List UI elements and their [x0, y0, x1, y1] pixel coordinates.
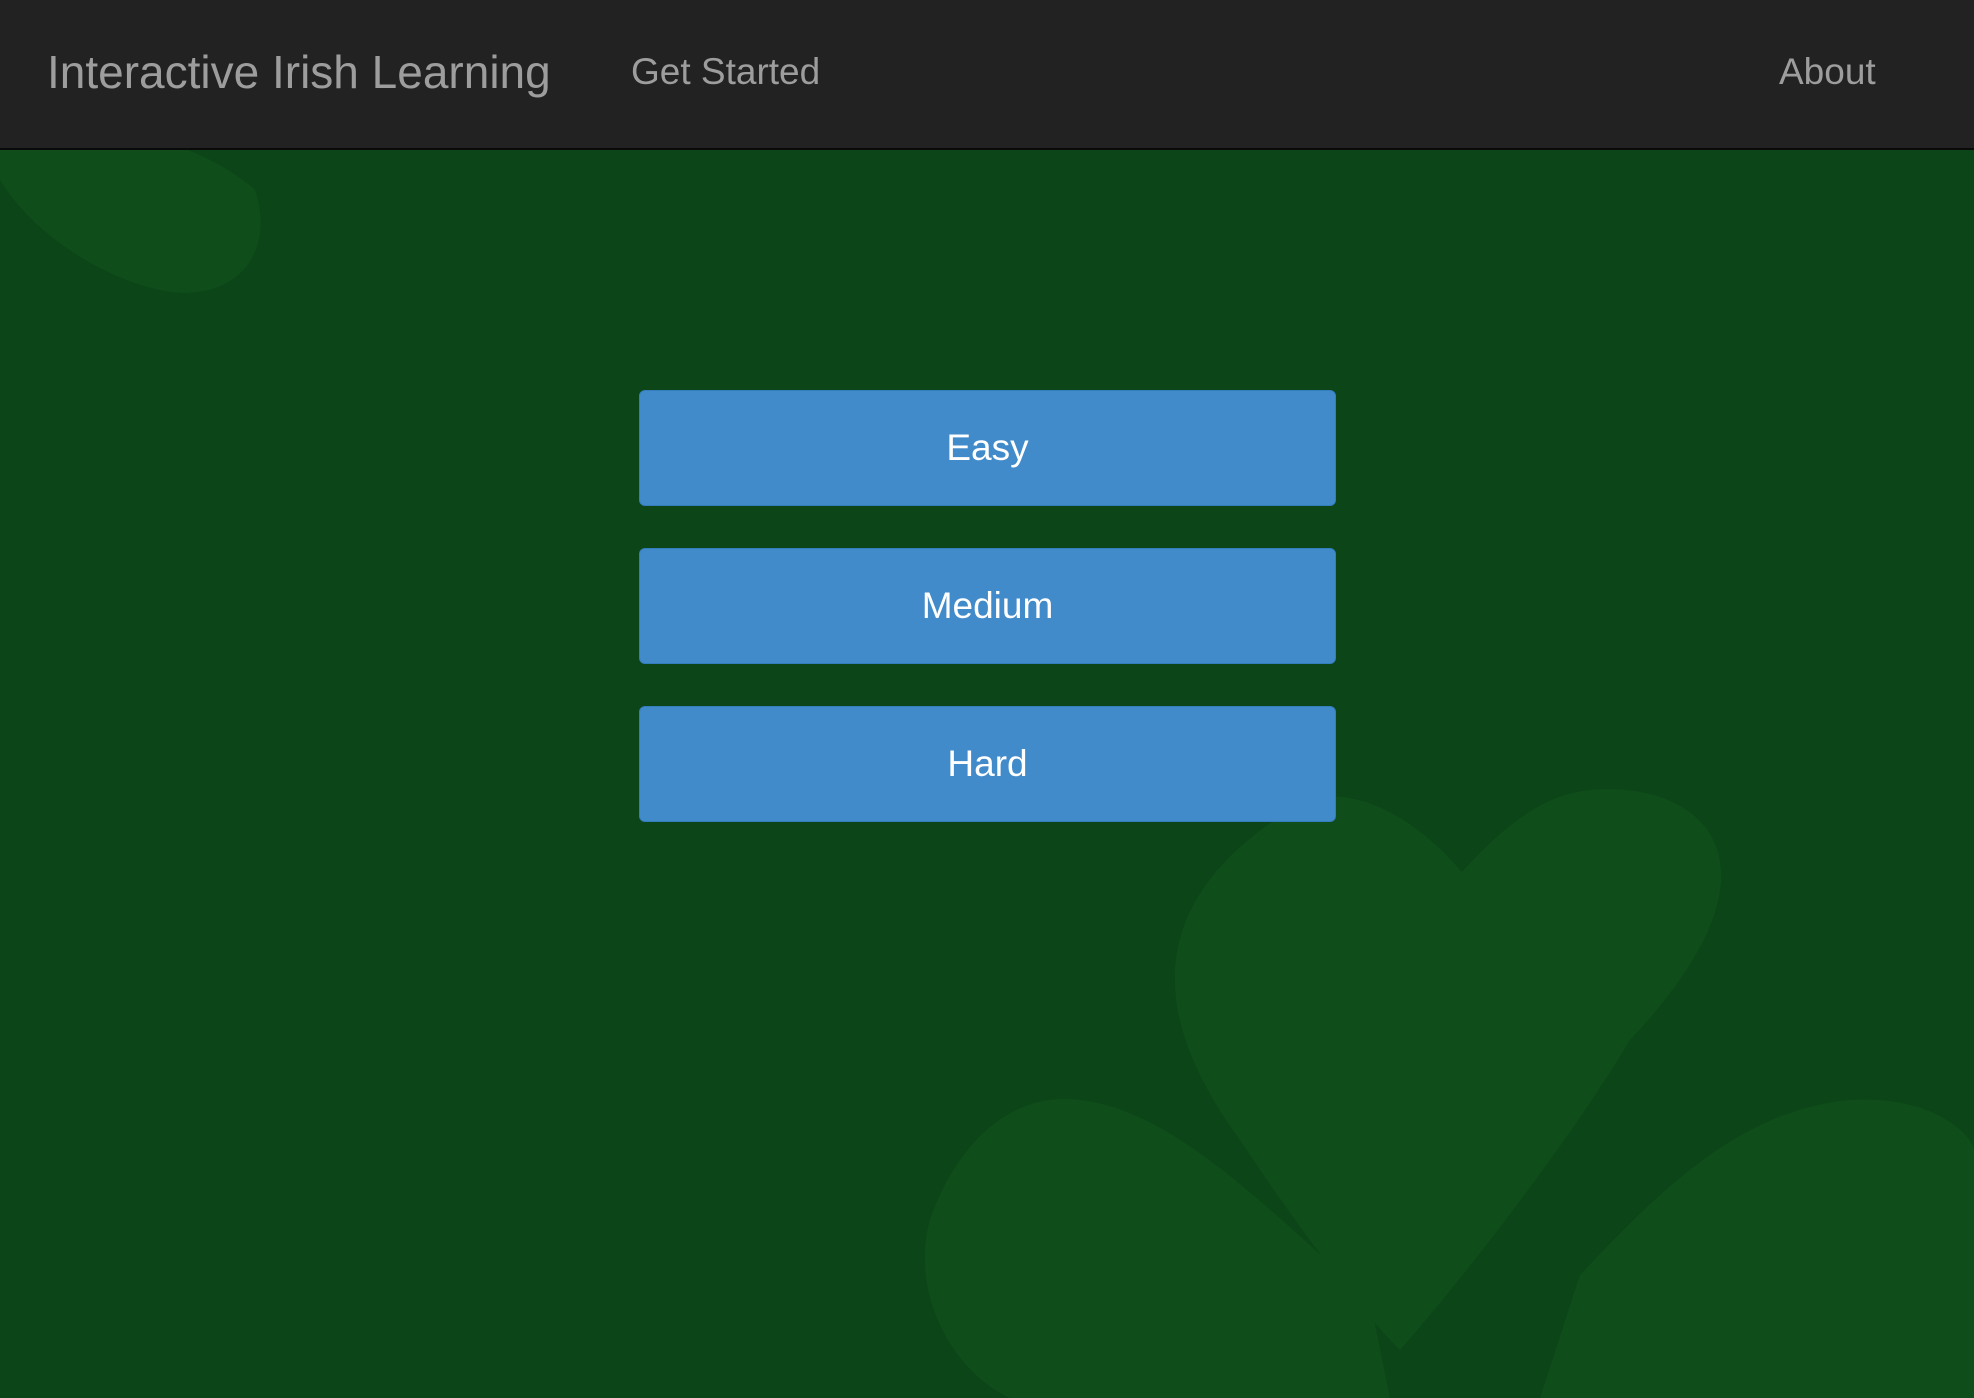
nav-about-link[interactable]: About: [1779, 50, 1876, 94]
top-navbar: Interactive Irish Learning Get Started A…: [0, 0, 1974, 150]
main-content: Easy Medium Hard: [0, 150, 1974, 1398]
medium-button[interactable]: Medium: [639, 548, 1336, 664]
nav-get-started-link[interactable]: Get Started: [631, 50, 820, 94]
easy-button[interactable]: Easy: [639, 390, 1336, 506]
hard-button[interactable]: Hard: [639, 706, 1336, 822]
brand-link[interactable]: Interactive Irish Learning: [47, 44, 551, 100]
